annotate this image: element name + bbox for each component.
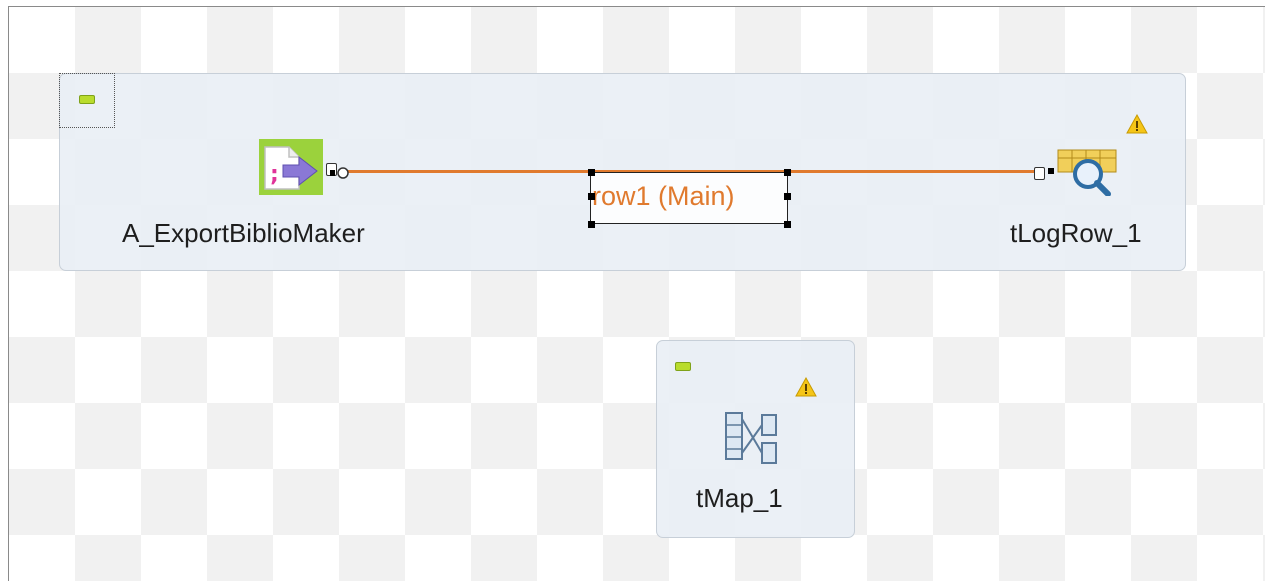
selection-handle[interactable] <box>588 221 595 228</box>
connector-hook-icon <box>330 167 349 179</box>
component-label-output: tLogRow_1 <box>1010 218 1142 248</box>
component-label-tmap: tMap_1 <box>696 483 783 513</box>
selection-handle[interactable] <box>784 221 791 228</box>
collapse-subjob-button[interactable] <box>79 95 95 104</box>
collapse-subjob-button[interactable] <box>675 362 691 371</box>
svg-text:;: ; <box>270 162 279 187</box>
selection-handle[interactable] <box>588 193 595 200</box>
tmap-icon[interactable] <box>720 409 784 469</box>
warning-icon <box>795 377 817 397</box>
selection-handle[interactable] <box>588 169 595 176</box>
warning-icon <box>1126 114 1148 134</box>
selection-handle[interactable] <box>784 193 791 200</box>
log-row-magnifier-icon[interactable] <box>1044 146 1122 196</box>
file-delimited-input-icon[interactable]: ; <box>259 139 323 195</box>
component-label-input: A_ExportBiblioMaker <box>122 218 365 248</box>
connection-label[interactable]: row1 (Main) <box>592 181 735 212</box>
selection-handle[interactable] <box>784 169 791 176</box>
